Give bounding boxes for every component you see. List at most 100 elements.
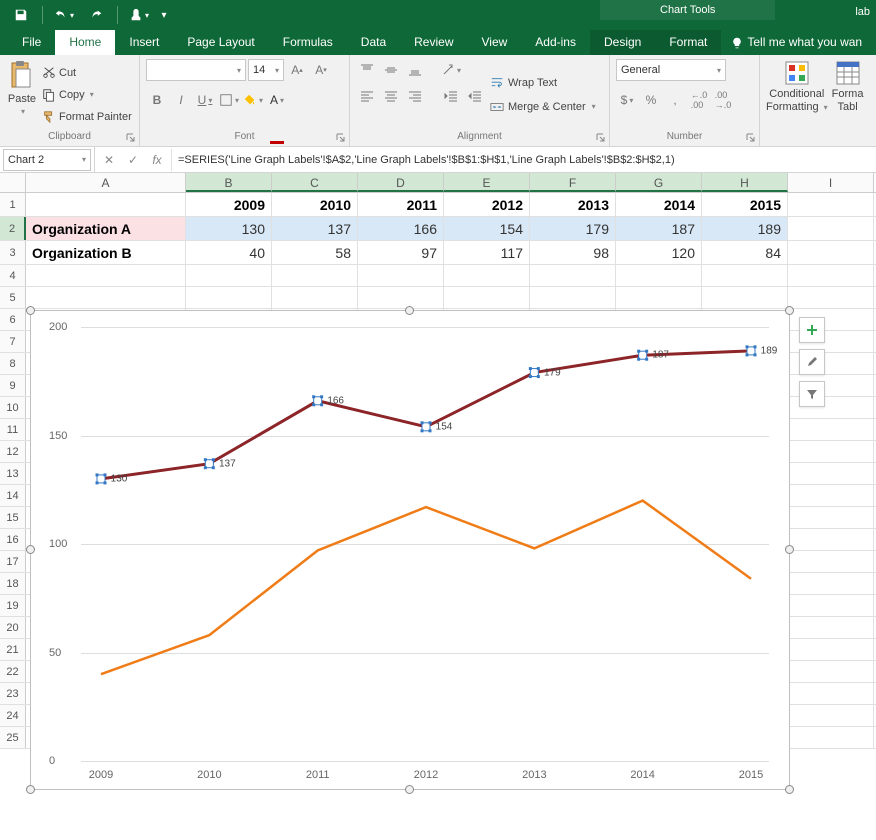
col-header-d[interactable]: D xyxy=(358,173,444,192)
col-header-a[interactable]: A xyxy=(26,173,186,192)
row-header-25[interactable]: 25 xyxy=(0,727,26,748)
comma-button[interactable]: , xyxy=(664,89,686,111)
number-dialog-launcher[interactable] xyxy=(745,132,757,144)
bold-button[interactable]: B xyxy=(146,89,168,111)
row-header-7[interactable]: 7 xyxy=(0,331,26,352)
cell[interactable] xyxy=(186,287,272,308)
decrease-decimal-button[interactable]: .00→.0 xyxy=(712,89,734,111)
cell[interactable] xyxy=(788,639,874,660)
cell[interactable]: 2012 xyxy=(444,193,530,216)
chart-series-line[interactable] xyxy=(101,501,751,675)
cell[interactable]: 97 xyxy=(358,241,444,264)
cell[interactable] xyxy=(788,683,874,704)
cell[interactable]: 189 xyxy=(702,217,788,240)
col-header-f[interactable]: F xyxy=(530,173,616,192)
cell[interactable] xyxy=(616,287,702,308)
cell[interactable] xyxy=(788,595,874,616)
align-center-button[interactable] xyxy=(380,85,402,107)
cell[interactable] xyxy=(444,265,530,286)
chart-data-label[interactable]: 187 xyxy=(652,350,669,361)
chart-elements-button[interactable] xyxy=(799,317,825,343)
align-left-button[interactable] xyxy=(356,85,378,107)
cell[interactable]: Organization A xyxy=(26,217,186,240)
cell[interactable]: 40 xyxy=(186,241,272,264)
cell[interactable] xyxy=(272,287,358,308)
redo-button[interactable] xyxy=(81,3,111,27)
select-all-corner[interactable] xyxy=(0,173,26,192)
chart-data-point-selected[interactable] xyxy=(529,367,540,378)
chart-data-label[interactable]: 189 xyxy=(761,345,778,356)
tab-insert[interactable]: Insert xyxy=(115,30,173,55)
chart-plot-area[interactable]: 0501001502002009201020112012201320142015… xyxy=(31,311,789,789)
chart-filter-button[interactable] xyxy=(799,381,825,407)
fill-color-button[interactable]: ▾ xyxy=(242,89,264,111)
cell[interactable]: 137 xyxy=(272,217,358,240)
tab-review[interactable]: Review xyxy=(400,30,467,55)
name-box[interactable]: Chart 2▾ xyxy=(3,149,91,171)
row-header-13[interactable]: 13 xyxy=(0,463,26,484)
row-header-20[interactable]: 20 xyxy=(0,617,26,638)
cell[interactable]: 2010 xyxy=(272,193,358,216)
cell[interactable]: 2013 xyxy=(530,193,616,216)
format-painter-button[interactable]: Format Painter xyxy=(42,107,132,127)
chart-data-label[interactable]: 179 xyxy=(544,367,561,378)
font-color-button[interactable]: A▾ xyxy=(266,89,288,111)
row-header-23[interactable]: 23 xyxy=(0,683,26,704)
col-header-b[interactable]: B xyxy=(186,173,272,192)
row-header-10[interactable]: 10 xyxy=(0,397,26,418)
row-header-18[interactable]: 18 xyxy=(0,573,26,594)
cell[interactable] xyxy=(530,265,616,286)
font-dialog-launcher[interactable] xyxy=(335,132,347,144)
cell[interactable]: 179 xyxy=(530,217,616,240)
cell[interactable] xyxy=(788,573,874,594)
chart-series-line[interactable] xyxy=(101,351,751,479)
cell[interactable] xyxy=(186,265,272,286)
cell[interactable]: 117 xyxy=(444,241,530,264)
cell[interactable] xyxy=(272,265,358,286)
paste-button[interactable]: Paste ▾ xyxy=(6,59,38,130)
chart-data-label[interactable]: 130 xyxy=(111,473,128,484)
increase-font-button[interactable]: A▴ xyxy=(286,59,308,81)
tab-data[interactable]: Data xyxy=(347,30,400,55)
row-header-9[interactable]: 9 xyxy=(0,375,26,396)
tab-addins[interactable]: Add-ins xyxy=(521,30,590,55)
cell[interactable] xyxy=(358,287,444,308)
tab-format[interactable]: Format xyxy=(655,30,721,55)
chart-data-point-selected[interactable] xyxy=(96,473,107,484)
row-header-15[interactable]: 15 xyxy=(0,507,26,528)
tab-page-layout[interactable]: Page Layout xyxy=(173,30,268,55)
row-header-1[interactable]: 1 xyxy=(0,193,26,216)
clipboard-dialog-launcher[interactable] xyxy=(125,132,137,144)
cell[interactable] xyxy=(788,705,874,726)
conditional-formatting-button[interactable]: Conditional Formatting ▾ xyxy=(766,59,828,142)
increase-decimal-button[interactable]: ←.0.00 xyxy=(688,89,710,111)
align-bottom-button[interactable] xyxy=(404,59,426,81)
chart-styles-button[interactable] xyxy=(799,349,825,375)
row-header-12[interactable]: 12 xyxy=(0,441,26,462)
cell[interactable] xyxy=(788,551,874,572)
formula-input[interactable]: =SERIES('Line Graph Labels'!$A$2,'Line G… xyxy=(171,149,876,171)
cell[interactable]: 84 xyxy=(702,241,788,264)
cut-button[interactable]: Cut xyxy=(42,63,132,83)
font-name-dropdown[interactable]: ▾ xyxy=(146,59,246,81)
cell[interactable]: 154 xyxy=(444,217,530,240)
accounting-button[interactable]: $▾ xyxy=(616,89,638,111)
cell[interactable] xyxy=(616,265,702,286)
underline-button[interactable]: U▾ xyxy=(194,89,216,111)
cell[interactable] xyxy=(788,485,874,506)
copy-button[interactable]: Copy▾ xyxy=(42,85,132,105)
percent-button[interactable]: % xyxy=(640,89,662,111)
cell[interactable] xyxy=(788,287,874,308)
cell[interactable] xyxy=(788,463,874,484)
cell[interactable] xyxy=(788,727,874,748)
row-header-4[interactable]: 4 xyxy=(0,265,26,286)
row-header-17[interactable]: 17 xyxy=(0,551,26,572)
format-as-table-button[interactable]: Forma Tabl xyxy=(832,59,864,142)
cell[interactable] xyxy=(788,507,874,528)
cell[interactable]: 58 xyxy=(272,241,358,264)
enter-formula-button[interactable]: ✓ xyxy=(125,152,141,168)
cell[interactable] xyxy=(444,287,530,308)
tellme-search[interactable]: Tell me what you wan xyxy=(721,30,872,55)
save-button[interactable] xyxy=(6,3,36,27)
tab-home[interactable]: Home xyxy=(55,30,115,55)
